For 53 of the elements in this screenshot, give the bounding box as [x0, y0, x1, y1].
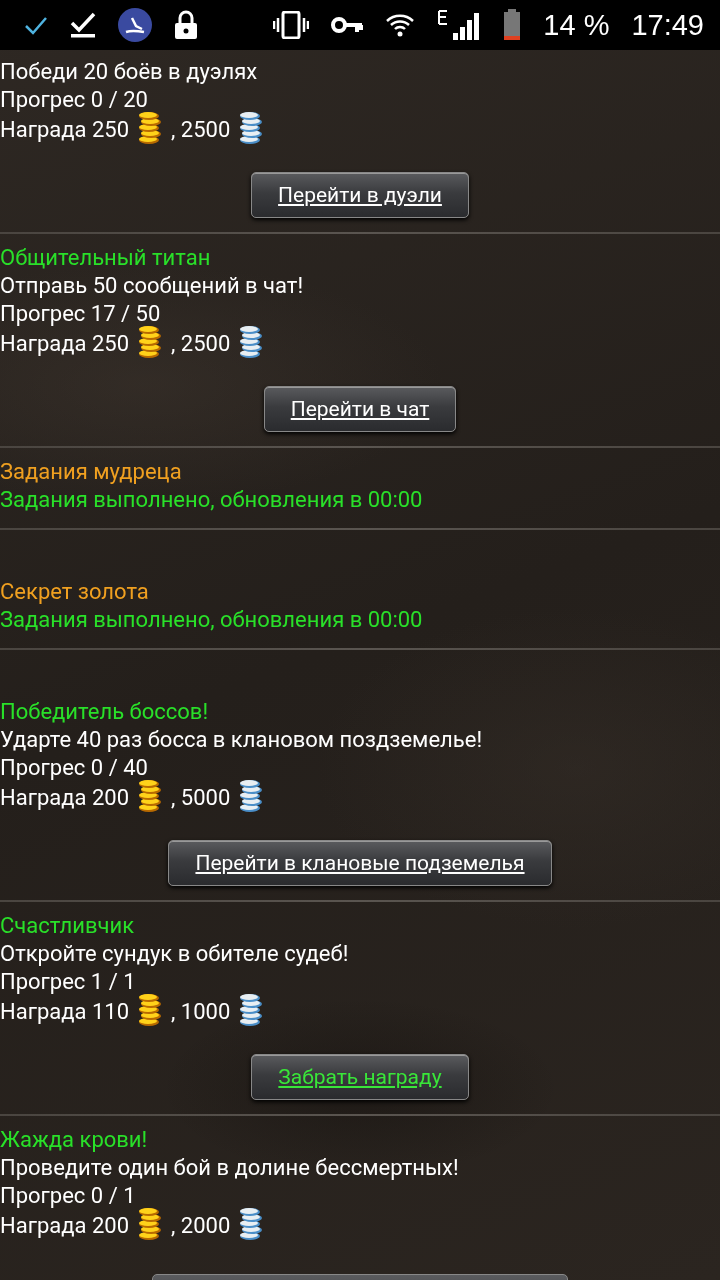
section-title: Секрет золота [0, 578, 149, 606]
reward-second-amount: , 2500 [171, 330, 231, 356]
reward-amount: Награда 200 [0, 784, 129, 810]
check-icon [24, 15, 48, 35]
quest-title: Общительный титан [0, 244, 211, 272]
coin-stack-icon [238, 994, 265, 1028]
coins-icon [137, 326, 163, 360]
coin-stack-icon [238, 112, 265, 146]
clock: 17:49 [631, 8, 704, 42]
quest-title: Победитель боссов! [0, 698, 209, 726]
download-done-icon [70, 11, 96, 39]
quest-count-text: Прогрес 1 / 1 [0, 968, 136, 996]
coin-stack-icon [238, 780, 265, 814]
coins-icon [137, 994, 163, 1028]
key-icon [331, 16, 364, 34]
reward-second-amount: , 2000 [171, 1212, 231, 1238]
reward-amount: Награда 200 [0, 1212, 129, 1238]
quest-description: Отправь 50 сообщений в чат! [0, 272, 304, 300]
reward-second-amount: , 5000 [171, 784, 231, 810]
coins-icon [137, 780, 163, 814]
quest-description: Откройте сундук в обителе судеб! [0, 940, 349, 968]
vibrate-icon [273, 11, 310, 39]
quest-count-text: Прогрес 0 / 40 [0, 754, 148, 782]
coin-stack-icon [238, 1208, 265, 1242]
lock-icon [174, 10, 198, 40]
quest-title: Жажда крови! [0, 1126, 148, 1154]
reward-amount: Награда 250 [0, 330, 129, 356]
coin-stack-icon [238, 326, 265, 360]
coins-icon [137, 112, 163, 146]
section-status: Задания выполнено, обновления в 00:00 [0, 486, 423, 514]
reward-second-amount: , 2500 [171, 116, 231, 142]
coins-icon [137, 1208, 163, 1242]
go-to-button[interactable]: Перейти в клановые подземелья [168, 840, 552, 886]
reward-second-amount: , 1000 [171, 998, 231, 1024]
section-title: Задания мудреца [0, 458, 182, 486]
quest-description: Победи 20 боёв в дуэлях [0, 58, 258, 86]
quest-description: Ударте 40 раз босса в клановом поздземелье! [0, 726, 483, 754]
claim-reward-button[interactable]: Забрать награду [251, 1054, 469, 1100]
go-to-button[interactable]: Перейти в дуэли [251, 172, 469, 218]
wifi-icon [385, 13, 416, 37]
quest-description: Проведите один бой в долине бессмертных! [0, 1154, 459, 1182]
app-icon [118, 8, 152, 42]
quest-count-text: Прогрес 0 / 20 [0, 86, 148, 114]
battery-icon [503, 9, 522, 41]
quest-count-text: Прогрес 0 / 1 [0, 1182, 136, 1210]
section-status: Задания выполнено, обновления в 00:00 [0, 606, 423, 634]
battery-percent: 14 % [543, 8, 610, 42]
quest-count-text: Прогрес 17 / 50 [0, 300, 161, 328]
go-to-button[interactable]: Перейти в чат [263, 386, 457, 432]
signal-icon [437, 9, 482, 41]
quest-title: Счастливчик [0, 912, 135, 940]
reward-amount: Награда 250 [0, 116, 129, 142]
reward-amount: Награда 110 [0, 998, 129, 1024]
